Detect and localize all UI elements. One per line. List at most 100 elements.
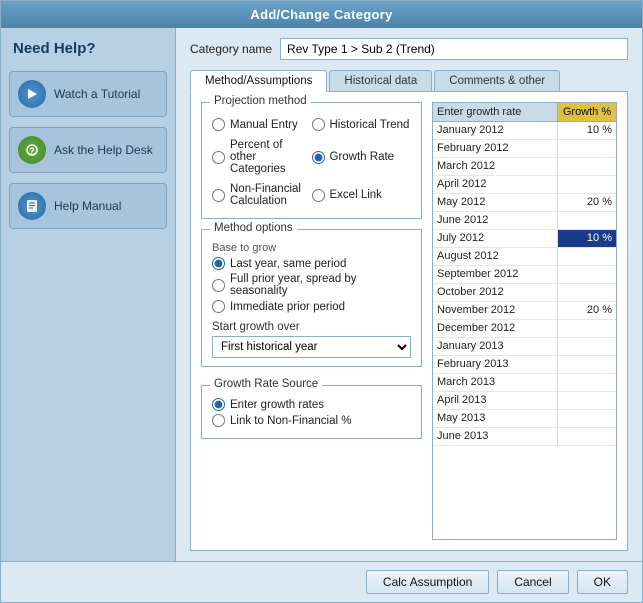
watch-tutorial-label: Watch a Tutorial bbox=[54, 87, 140, 101]
growth-rate-source-title: Growth Rate Source bbox=[210, 378, 322, 390]
projection-method-title: Projection method bbox=[210, 95, 311, 107]
cell-date: June 2012 bbox=[433, 212, 558, 229]
table-row[interactable]: January 201210 % bbox=[433, 122, 616, 140]
cell-growth-value[interactable] bbox=[558, 338, 616, 355]
left-panel: Projection method Manual Entry Historica… bbox=[201, 102, 422, 540]
cell-growth-value[interactable] bbox=[558, 374, 616, 391]
cell-growth-value[interactable]: 10 % bbox=[558, 122, 616, 139]
tabs: Method/Assumptions Historical data Comme… bbox=[190, 70, 628, 92]
cell-growth-value[interactable] bbox=[558, 176, 616, 193]
cell-growth-value[interactable] bbox=[558, 356, 616, 373]
play-icon bbox=[18, 80, 46, 108]
col-growth-header: Growth % bbox=[558, 103, 616, 121]
cell-date: July 2012 bbox=[433, 230, 558, 247]
radio-manual-entry[interactable]: Manual Entry bbox=[212, 118, 312, 131]
cell-growth-value[interactable] bbox=[558, 248, 616, 265]
cell-growth-value[interactable] bbox=[558, 284, 616, 301]
tab-content: Projection method Manual Entry Historica… bbox=[190, 92, 628, 551]
table-row[interactable]: September 2012 bbox=[433, 266, 616, 284]
dialog-footer: Calc Assumption Cancel OK bbox=[1, 561, 642, 602]
cell-growth-value[interactable]: 10 % bbox=[558, 230, 616, 247]
table-row[interactable]: July 201210 % bbox=[433, 230, 616, 248]
method-options-title: Method options bbox=[210, 222, 297, 234]
radio-historical-trend[interactable]: Historical Trend bbox=[312, 118, 412, 131]
table-row[interactable]: February 2012 bbox=[433, 140, 616, 158]
tab-comments-other[interactable]: Comments & other bbox=[434, 70, 560, 91]
radio-last-year[interactable]: Last year, same period bbox=[212, 257, 411, 270]
svg-text:?: ? bbox=[29, 146, 35, 156]
ok-button[interactable]: OK bbox=[577, 570, 628, 594]
table-row[interactable]: March 2013 bbox=[433, 374, 616, 392]
cell-date: February 2013 bbox=[433, 356, 558, 373]
sidebar-item-ask-help-desk[interactable]: ? Ask the Help Desk bbox=[9, 127, 167, 173]
start-growth-dropdown[interactable]: First historical year Last year Custom bbox=[212, 336, 411, 358]
method-options-section: Method options Base to grow Last year, s… bbox=[201, 229, 422, 367]
category-name-input[interactable] bbox=[280, 38, 628, 60]
tab-historical-data[interactable]: Historical data bbox=[329, 70, 432, 91]
sidebar-item-watch-tutorial[interactable]: Watch a Tutorial bbox=[9, 71, 167, 117]
table-row[interactable]: October 2012 bbox=[433, 284, 616, 302]
table-row[interactable]: January 2013 bbox=[433, 338, 616, 356]
sidebar-title: Need Help? bbox=[9, 40, 167, 57]
radio-growth-rate[interactable]: Growth Rate bbox=[312, 139, 412, 175]
table-row[interactable]: May 2013 bbox=[433, 410, 616, 428]
book-icon bbox=[18, 192, 46, 220]
cell-date: August 2012 bbox=[433, 248, 558, 265]
base-to-grow-label: Base to grow bbox=[212, 242, 411, 254]
calc-assumption-button[interactable]: Calc Assumption bbox=[366, 570, 489, 594]
growth-rate-source-section: Growth Rate Source Enter growth rates Li… bbox=[201, 385, 422, 439]
growth-table-scroll[interactable]: January 201210 %February 2012March 2012A… bbox=[433, 122, 616, 539]
cell-date: January 2013 bbox=[433, 338, 558, 355]
col-date-header: Enter growth rate bbox=[433, 103, 558, 121]
cell-date: April 2012 bbox=[433, 176, 558, 193]
cell-date: May 2012 bbox=[433, 194, 558, 211]
cell-growth-value[interactable] bbox=[558, 320, 616, 337]
cell-growth-value[interactable] bbox=[558, 158, 616, 175]
table-row[interactable]: August 2012 bbox=[433, 248, 616, 266]
radio-immediate-prior[interactable]: Immediate prior period bbox=[212, 300, 411, 313]
cell-growth-value[interactable] bbox=[558, 428, 616, 445]
cell-date: October 2012 bbox=[433, 284, 558, 301]
cell-date: November 2012 bbox=[433, 302, 558, 319]
cell-date: December 2012 bbox=[433, 320, 558, 337]
start-growth-row: Start growth over First historical year … bbox=[212, 321, 411, 358]
cell-date: March 2013 bbox=[433, 374, 558, 391]
radio-link-non-financial[interactable]: Link to Non-Financial % bbox=[212, 414, 411, 427]
table-row[interactable]: February 2013 bbox=[433, 356, 616, 374]
table-row[interactable]: December 2012 bbox=[433, 320, 616, 338]
dialog: Add/Change Category Need Help? Watch a T… bbox=[0, 0, 643, 603]
radio-non-financial[interactable]: Non-Financial Calculation bbox=[212, 183, 312, 207]
sidebar-item-help-manual[interactable]: Help Manual bbox=[9, 183, 167, 229]
growth-rate-table: Enter growth rate Growth % January 20121… bbox=[432, 102, 617, 540]
radio-enter-growth[interactable]: Enter growth rates bbox=[212, 398, 411, 411]
cell-growth-value[interactable] bbox=[558, 410, 616, 427]
cell-growth-value[interactable]: 20 % bbox=[558, 302, 616, 319]
help-manual-label: Help Manual bbox=[54, 199, 121, 213]
cell-growth-value[interactable]: 20 % bbox=[558, 194, 616, 211]
radio-full-prior[interactable]: Full prior year, spread by seasonality bbox=[212, 273, 411, 297]
cell-growth-value[interactable] bbox=[558, 392, 616, 409]
cell-growth-value[interactable] bbox=[558, 266, 616, 283]
cell-growth-value[interactable] bbox=[558, 140, 616, 157]
category-name-label: Category name bbox=[190, 42, 272, 56]
main-content: Category name Method/Assumptions Histori… bbox=[176, 28, 642, 561]
cancel-button[interactable]: Cancel bbox=[497, 570, 568, 594]
sidebar: Need Help? Watch a Tutorial ? Ask the He… bbox=[1, 28, 176, 561]
cell-date: May 2013 bbox=[433, 410, 558, 427]
cell-growth-value[interactable] bbox=[558, 212, 616, 229]
table-row[interactable]: June 2013 bbox=[433, 428, 616, 446]
table-row[interactable]: November 201220 % bbox=[433, 302, 616, 320]
table-row[interactable]: April 2012 bbox=[433, 176, 616, 194]
radio-excel-link[interactable]: Excel Link bbox=[312, 183, 412, 207]
table-row[interactable]: May 201220 % bbox=[433, 194, 616, 212]
radio-percent-other[interactable]: Percent of other Categories bbox=[212, 139, 312, 175]
table-row[interactable]: March 2012 bbox=[433, 158, 616, 176]
help-icon: ? bbox=[18, 136, 46, 164]
projection-method-section: Projection method Manual Entry Historica… bbox=[201, 102, 422, 219]
growth-table-header: Enter growth rate Growth % bbox=[433, 103, 616, 122]
table-row[interactable]: April 2013 bbox=[433, 392, 616, 410]
table-row[interactable]: June 2012 bbox=[433, 212, 616, 230]
cell-date: January 2012 bbox=[433, 122, 558, 139]
dialog-title: Add/Change Category bbox=[1, 1, 642, 28]
tab-method-assumptions[interactable]: Method/Assumptions bbox=[190, 70, 327, 92]
